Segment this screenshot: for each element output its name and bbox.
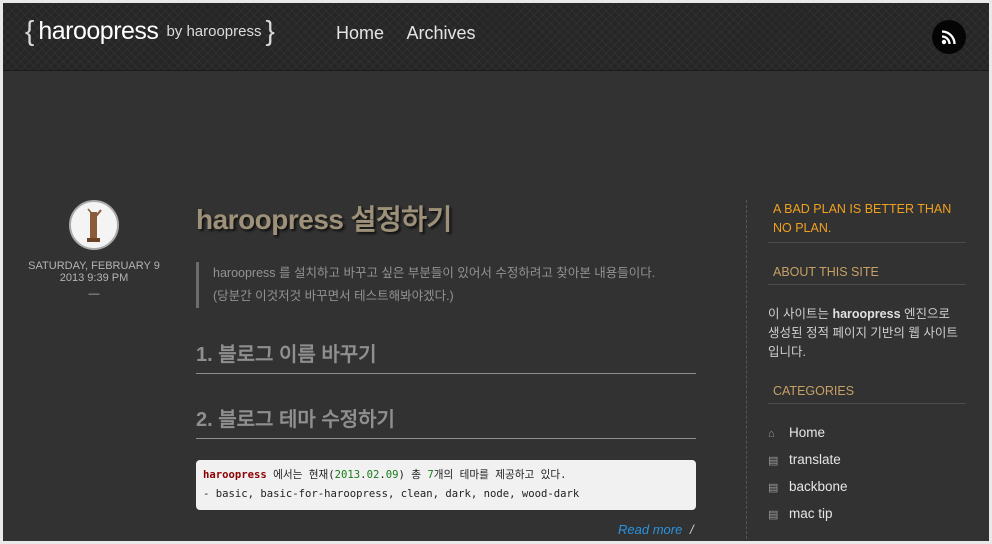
post-time: 2013 9:39 PM — [59, 272, 129, 284]
sidebar-divider — [746, 200, 747, 544]
code-line-2: - basic, basic-for-haroopress, clean, da… — [203, 488, 580, 500]
main-nav: Home Archives — [336, 23, 494, 44]
sidebar: A BAD PLAN IS BETTER THAN NO PLAN. ABOUT… — [768, 200, 966, 528]
section-heading-1: 1. 블로그 이름 바꾸기 — [196, 338, 696, 374]
site-logo[interactable]: {haroopress by haroopress} — [25, 15, 275, 47]
read-more-slash: / — [690, 522, 694, 537]
book-icon: ▤ — [768, 509, 779, 521]
nav-archives[interactable]: Archives — [406, 23, 475, 43]
category-home[interactable]: ⌂ Home — [768, 420, 966, 447]
rss-button[interactable] — [932, 20, 966, 54]
read-more-link[interactable]: Read more — [618, 522, 682, 537]
code-block: haroopress 에서는 현재(2013.02.09) 총 7개의 테마를 … — [196, 460, 696, 510]
rss-icon — [941, 30, 956, 45]
nav-home[interactable]: Home — [336, 23, 384, 43]
categories-heading: CATEGORIES — [768, 384, 966, 404]
section-heading-2: 2. 블로그 테마 수정하기 — [196, 403, 696, 439]
about-heading: ABOUT THIS SITE — [768, 265, 966, 285]
post-title[interactable]: haroopress 설정하기 — [196, 198, 452, 238]
post-meta: SATURDAY, FEBRUARY 9 2013 9:39 PM — — [22, 200, 166, 300]
meta-dash: — — [88, 288, 100, 300]
post-summary: haroopress 를 설치하고 바꾸고 싶은 부분들이 있어서 수정하려고 … — [196, 262, 703, 308]
brace-open: { — [25, 15, 35, 46]
category-list: ⌂ Home ▤ translate ▤ backbone ▤ mac tip — [768, 420, 966, 528]
category-mac-tip[interactable]: ▤ mac tip — [768, 501, 966, 528]
summary-line-2: (당분간 이것저것 바꾸면서 테스트해봐야겠다.) — [213, 289, 454, 303]
sidebar-quote: A BAD PLAN IS BETTER THAN NO PLAN. — [768, 200, 966, 243]
author-avatar — [69, 200, 119, 250]
summary-line-1: haroopress 를 설치하고 바꾸고 싶은 부분들이 있어서 수정하려고 … — [213, 266, 656, 280]
category-translate[interactable]: ▤ translate — [768, 447, 966, 474]
branch-icon — [87, 208, 102, 242]
by-line: by haroopress — [166, 22, 262, 40]
book-icon: ▤ — [768, 482, 779, 494]
brace-close: } — [265, 15, 275, 46]
home-icon: ⌂ — [768, 428, 775, 440]
code-line-1: haroopress 에서는 현재(2013.02.09) 총 7개의 테마를 … — [203, 469, 567, 481]
book-icon: ▤ — [768, 455, 779, 467]
site-name[interactable]: haroopress — [38, 17, 159, 45]
site-header: {haroopress by haroopress} Home Archives — [3, 3, 989, 71]
category-backbone[interactable]: ▤ backbone — [768, 474, 966, 501]
about-text: 이 사이트는 haroopress 엔진으로 생성된 정적 페이지 기반의 웹 … — [768, 307, 958, 359]
post-date: SATURDAY, FEBRUARY 9 — [28, 260, 160, 272]
